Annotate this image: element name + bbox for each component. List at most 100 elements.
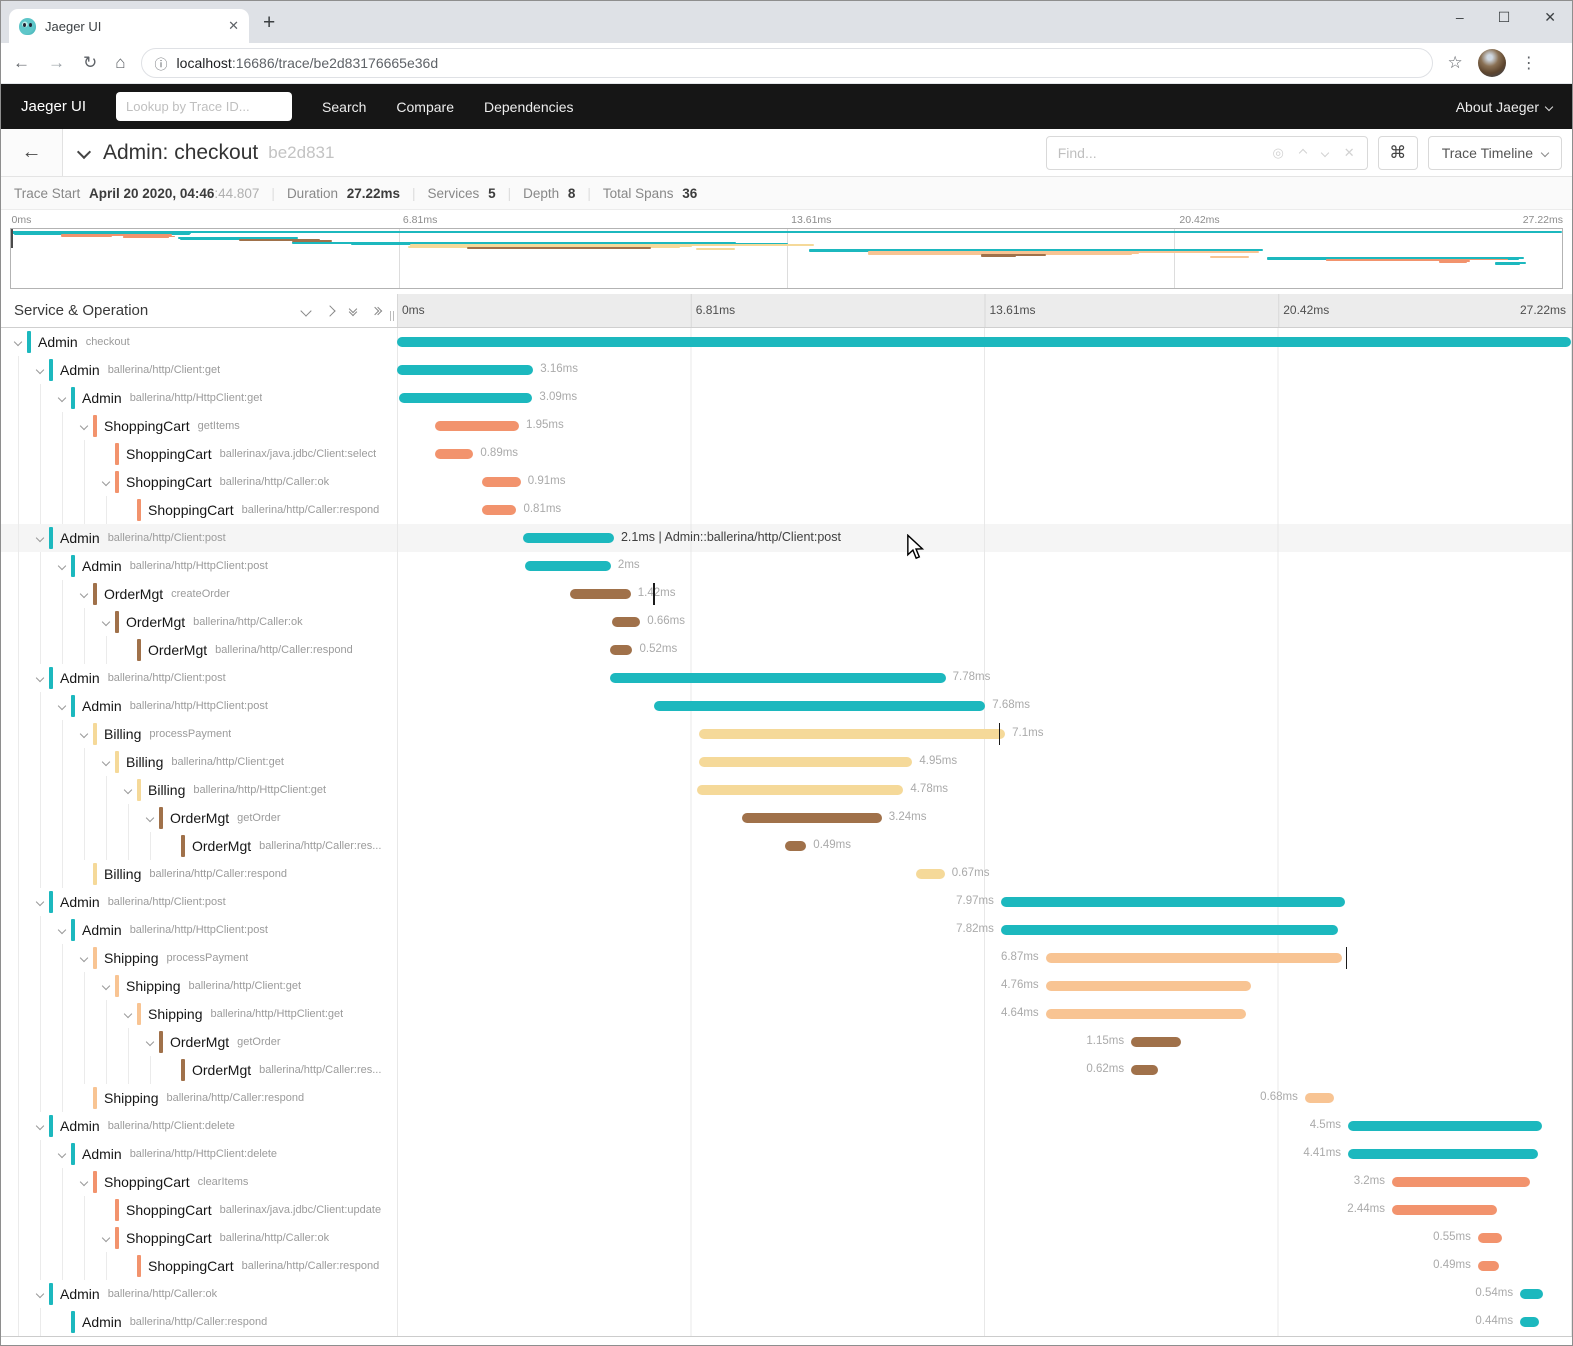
- span-row[interactable]: Adminballerina/http/Client:post7.78ms: [1, 664, 1572, 692]
- span-row[interactable]: Adminballerina/http/HttpClient:post2ms: [1, 552, 1572, 580]
- span-bar[interactable]: [610, 673, 946, 683]
- expander-chevron-icon[interactable]: [33, 1291, 47, 1297]
- span-timeline-cell[interactable]: 2ms: [397, 552, 1572, 580]
- span-row[interactable]: Adminballerina/http/Caller:ok0.54ms: [1, 1280, 1572, 1308]
- span-row[interactable]: ShoppingCartballerinax/java.jdbc/Client:…: [1, 440, 1572, 468]
- expander-chevron-icon[interactable]: [33, 367, 47, 373]
- span-name-cell[interactable]: Adminballerina/http/HttpClient:get: [1, 384, 397, 412]
- span-row[interactable]: ShoppingCartballerina/http/Caller:respon…: [1, 496, 1572, 524]
- span-row[interactable]: ShippingprocessPayment6.87ms: [1, 944, 1572, 972]
- span-bar[interactable]: [1001, 897, 1345, 907]
- span-row[interactable]: ShoppingCartballerina/http/Caller:ok0.91…: [1, 468, 1572, 496]
- span-timeline-cell[interactable]: 2.44ms: [397, 1196, 1572, 1224]
- span-bar[interactable]: [1392, 1177, 1530, 1187]
- span-timeline-cell[interactable]: 0.89ms: [397, 440, 1572, 468]
- span-bar[interactable]: [1046, 953, 1342, 963]
- span-bar[interactable]: [1478, 1233, 1502, 1243]
- collapse-trace-chevron-icon[interactable]: [79, 144, 89, 162]
- span-name-cell[interactable]: OrderMgtballerina/http/Caller:respond: [1, 636, 397, 664]
- reload-icon[interactable]: ↻: [83, 53, 97, 73]
- span-row[interactable]: ShoppingCartballerina/http/Caller:ok0.55…: [1, 1224, 1572, 1252]
- span-bar[interactable]: [1348, 1121, 1542, 1131]
- span-bar[interactable]: [1305, 1093, 1334, 1103]
- trace-minimap[interactable]: 0ms6.81ms13.61ms20.42ms27.22ms: [10, 212, 1563, 289]
- browser-tab[interactable]: Jaeger UI ✕: [9, 9, 249, 43]
- span-row[interactable]: Adminballerina/http/Client:post7.97ms: [1, 888, 1572, 916]
- span-name-cell[interactable]: ShoppingCartgetItems: [1, 412, 397, 440]
- span-name-cell[interactable]: Adminballerina/http/Client:post: [1, 888, 397, 916]
- span-bar[interactable]: [916, 869, 945, 879]
- span-timeline-cell[interactable]: 4.76ms: [397, 972, 1572, 1000]
- timeline-ticks-header[interactable]: 0ms6.81ms13.61ms20.42ms27.22ms: [397, 294, 1572, 327]
- span-row[interactable]: Admincheckout: [1, 328, 1572, 356]
- close-button[interactable]: ✕: [1544, 9, 1556, 26]
- expander-chevron-icon[interactable]: [77, 955, 91, 961]
- span-row[interactable]: OrderMgtballerina/http/Caller:res...0.49…: [1, 832, 1572, 860]
- span-name-cell[interactable]: Billingballerina/http/HttpClient:get: [1, 776, 397, 804]
- span-name-cell[interactable]: Adminballerina/http/HttpClient:post: [1, 916, 397, 944]
- back-icon[interactable]: ←: [13, 53, 30, 73]
- span-row[interactable]: OrderMgtgetOrder1.15ms: [1, 1028, 1572, 1056]
- expander-chevron-icon[interactable]: [55, 703, 69, 709]
- span-bar[interactable]: [1348, 1149, 1538, 1159]
- expander-chevron-icon[interactable]: [99, 983, 113, 989]
- expander-chevron-icon[interactable]: [11, 339, 25, 345]
- span-name-cell[interactable]: OrderMgtcreateOrder: [1, 580, 397, 608]
- span-name-cell[interactable]: OrderMgtballerina/http/Caller:res...: [1, 1056, 397, 1084]
- expander-chevron-icon[interactable]: [33, 535, 47, 541]
- expander-chevron-icon[interactable]: [33, 675, 47, 681]
- span-row[interactable]: Billingballerina/http/HttpClient:get4.78…: [1, 776, 1572, 804]
- next-match-icon[interactable]: [1321, 148, 1329, 156]
- clear-find-icon[interactable]: ✕: [1344, 145, 1355, 161]
- span-timeline-cell[interactable]: 0.81ms: [397, 496, 1572, 524]
- span-row[interactable]: Billingballerina/http/Caller:respond0.67…: [1, 860, 1572, 888]
- span-name-cell[interactable]: Adminballerina/http/Client:delete: [1, 1112, 397, 1140]
- span-bar[interactable]: [742, 813, 882, 823]
- span-bar[interactable]: [654, 701, 985, 711]
- span-timeline-cell[interactable]: 1.95ms: [397, 412, 1572, 440]
- expander-chevron-icon[interactable]: [121, 787, 135, 793]
- span-row[interactable]: ShoppingCartballerinax/java.jdbc/Client:…: [1, 1196, 1572, 1224]
- span-name-cell[interactable]: ShoppingCartclearItems: [1, 1168, 397, 1196]
- span-bar[interactable]: [612, 617, 640, 627]
- span-row[interactable]: Adminballerina/http/HttpClient:post7.68m…: [1, 692, 1572, 720]
- span-row[interactable]: Shippingballerina/http/Client:get4.76ms: [1, 972, 1572, 1000]
- span-row[interactable]: OrderMgtballerina/http/Caller:respond0.5…: [1, 636, 1572, 664]
- span-name-cell[interactable]: Adminballerina/http/Client:post: [1, 664, 397, 692]
- span-row[interactable]: Adminballerina/http/HttpClient:post7.82m…: [1, 916, 1572, 944]
- tab-close-icon[interactable]: ✕: [228, 18, 239, 34]
- span-timeline-cell[interactable]: 0.44ms: [397, 1308, 1572, 1336]
- span-row[interactable]: Adminballerina/http/Client:post2.1ms | A…: [1, 524, 1572, 552]
- span-name-cell[interactable]: ShoppingCartballerina/http/Caller:respon…: [1, 1252, 397, 1280]
- span-bar[interactable]: [785, 841, 806, 851]
- span-timeline-cell[interactable]: 7.78ms: [397, 664, 1572, 692]
- expander-chevron-icon[interactable]: [99, 479, 113, 485]
- span-name-cell[interactable]: Shippingballerina/http/Client:get: [1, 972, 397, 1000]
- span-timeline-cell[interactable]: 0.49ms: [397, 1252, 1572, 1280]
- span-name-cell[interactable]: ShoppingCartballerina/http/Caller:respon…: [1, 496, 397, 524]
- span-timeline-cell[interactable]: 1.15ms: [397, 1028, 1572, 1056]
- span-name-cell[interactable]: ShoppingCartballerinax/java.jdbc/Client:…: [1, 440, 397, 468]
- span-row[interactable]: Adminballerina/http/HttpClient:delete4.4…: [1, 1140, 1572, 1168]
- span-bar[interactable]: [1520, 1317, 1539, 1327]
- span-name-cell[interactable]: ShoppingCartballerina/http/Caller:ok: [1, 1224, 397, 1252]
- about-jaeger-menu[interactable]: About Jaeger: [1456, 99, 1552, 115]
- span-row[interactable]: Adminballerina/http/HttpClient:get3.09ms: [1, 384, 1572, 412]
- span-timeline-cell[interactable]: 0.52ms: [397, 636, 1572, 664]
- span-name-cell[interactable]: Billingballerina/http/Client:get: [1, 748, 397, 776]
- span-timeline-cell[interactable]: [397, 328, 1572, 356]
- back-to-search-button[interactable]: ←: [1, 129, 63, 176]
- span-timeline-cell[interactable]: 0.55ms: [397, 1224, 1572, 1252]
- url-bar[interactable]: ⓘ localhost:16686/trace/be2d83176665e36d: [141, 48, 1433, 78]
- expand-one-icon[interactable]: [324, 305, 335, 316]
- expander-chevron-icon[interactable]: [99, 759, 113, 765]
- span-timeline-cell[interactable]: 0.49ms: [397, 832, 1572, 860]
- span-name-cell[interactable]: Billingballerina/http/Caller:respond: [1, 860, 397, 888]
- span-timeline-cell[interactable]: 0.67ms: [397, 860, 1572, 888]
- span-row[interactable]: OrderMgtballerina/http/Caller:ok0.66ms: [1, 608, 1572, 636]
- home-icon[interactable]: ⌂: [115, 53, 125, 73]
- maximize-button[interactable]: ☐: [1498, 9, 1511, 26]
- span-name-cell[interactable]: ShippingprocessPayment: [1, 944, 397, 972]
- expander-chevron-icon[interactable]: [55, 395, 69, 401]
- span-name-cell[interactable]: OrderMgtgetOrder: [1, 804, 397, 832]
